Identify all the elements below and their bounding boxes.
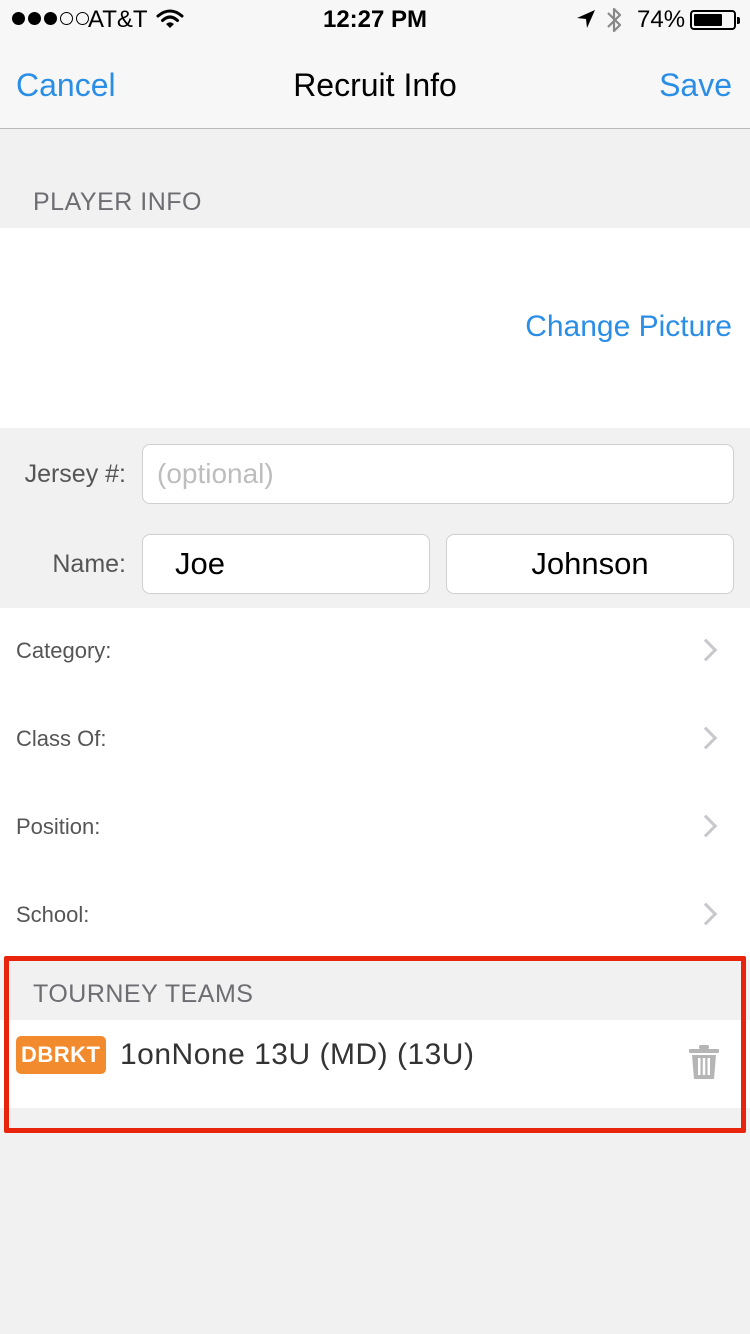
category-label: Category: xyxy=(16,638,112,663)
chevron-right-icon xyxy=(694,814,718,838)
battery-fill xyxy=(694,14,723,26)
position-label: Position: xyxy=(16,814,101,839)
player-form: Jersey #: (optional) Name: Joe Johnson xyxy=(0,428,750,608)
battery-percent: 74% xyxy=(637,6,686,33)
player-info-header: PLAYER INFO xyxy=(33,188,202,216)
save-button[interactable]: Save xyxy=(659,67,732,104)
first-name-field[interactable]: Joe xyxy=(142,534,430,594)
jersey-number-field[interactable]: (optional) xyxy=(142,444,734,504)
highlight-annotation-box xyxy=(4,956,746,1133)
player-photo-area: Change Picture xyxy=(0,228,750,428)
class-of-label: Class Of: xyxy=(16,726,107,751)
battery-icon xyxy=(690,10,740,30)
details-list: Category: Class Of: Position: School: xyxy=(0,608,750,960)
class-of-row[interactable]: Class Of: xyxy=(0,696,750,784)
chevron-right-icon xyxy=(694,638,718,662)
change-picture-button[interactable]: Change Picture xyxy=(525,310,732,344)
category-row[interactable]: Category: xyxy=(0,608,750,696)
page-title: Recruit Info xyxy=(293,67,457,103)
bluetooth-icon xyxy=(604,6,624,39)
navigation-bar: Cancel Recruit Info Save xyxy=(0,40,750,129)
chevron-right-icon xyxy=(694,726,718,750)
jersey-label: Jersey #: xyxy=(24,460,126,488)
status-bar: AT&T 12:27 PM 74% xyxy=(0,0,750,40)
position-row[interactable]: Position: xyxy=(0,784,750,872)
battery-nub xyxy=(737,17,740,24)
name-label: Name: xyxy=(52,550,126,578)
last-name-field[interactable]: Johnson xyxy=(446,534,734,594)
location-arrow-icon xyxy=(576,9,596,34)
